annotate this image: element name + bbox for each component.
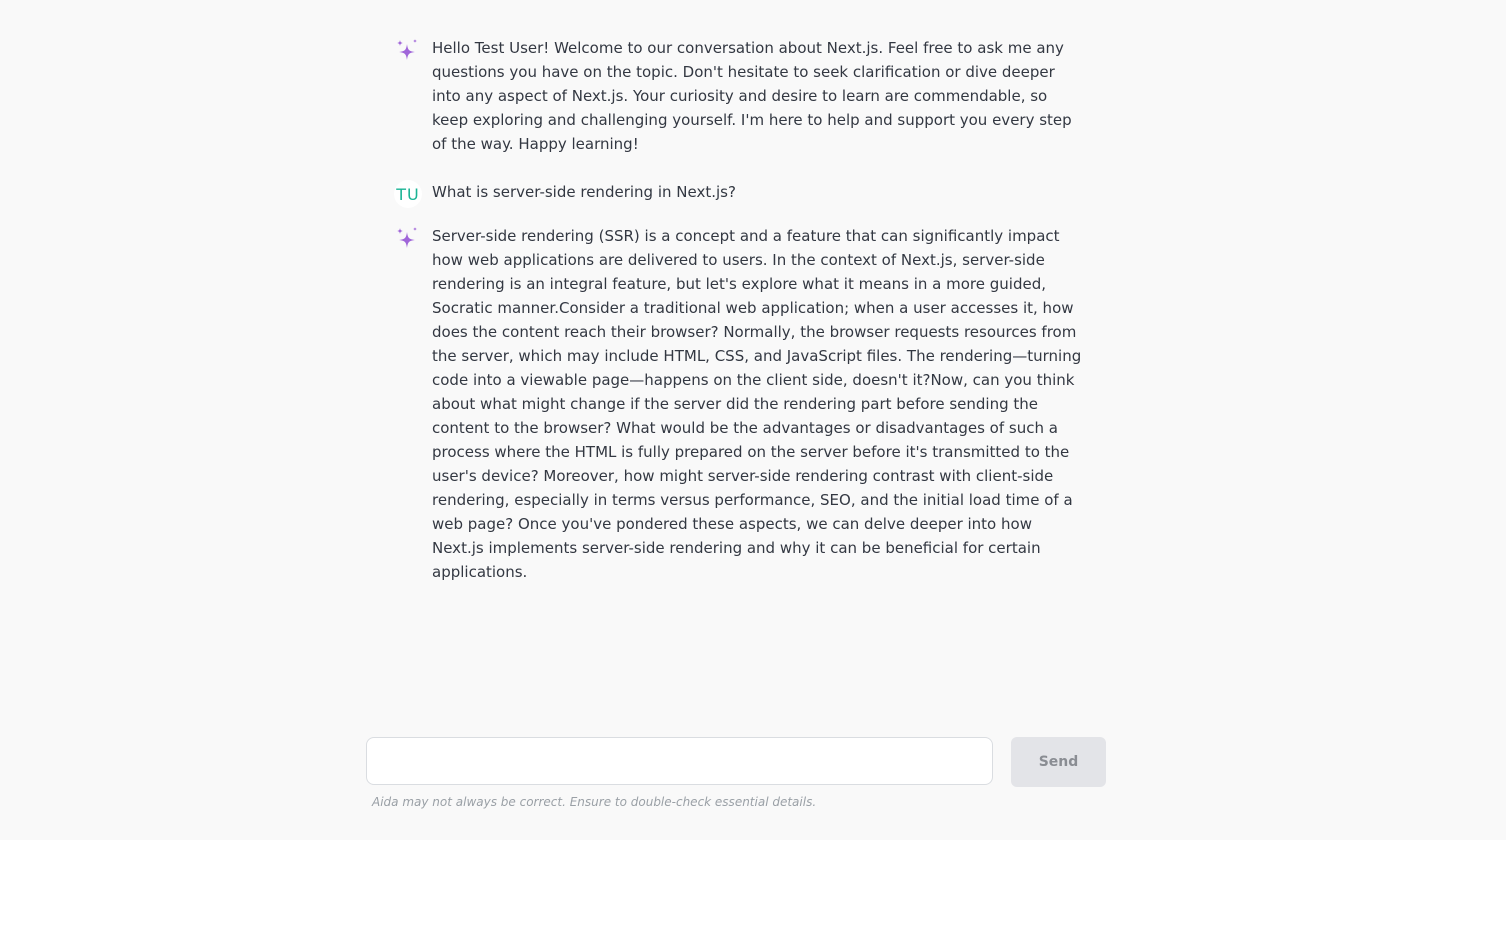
user-avatar: TU [394, 180, 422, 208]
message-text: What is server-side rendering in Next.js… [432, 183, 736, 201]
sparkle-icon [394, 226, 422, 254]
message-list: Hello Test User! Welcome to our conversa… [394, 36, 1094, 608]
disclaimer-text: Aida may not always be correct. Ensure t… [372, 795, 817, 809]
chat-input[interactable] [366, 737, 993, 785]
user-message: TU What is server-side rendering in Next… [394, 180, 1094, 208]
assistant-message: Hello Test User! Welcome to our conversa… [394, 36, 1094, 156]
chat-app: Hello Test User! Welcome to our conversa… [0, 0, 1506, 840]
message-text: Hello Test User! Welcome to our conversa… [432, 39, 1072, 153]
assistant-message: Server-side rendering (SSR) is a concept… [394, 224, 1094, 584]
send-button[interactable]: Send [1011, 737, 1106, 787]
sparkle-icon [394, 38, 422, 66]
message-text: Server-side rendering (SSR) is a concept… [432, 227, 1082, 581]
composer: Send [366, 737, 1106, 787]
